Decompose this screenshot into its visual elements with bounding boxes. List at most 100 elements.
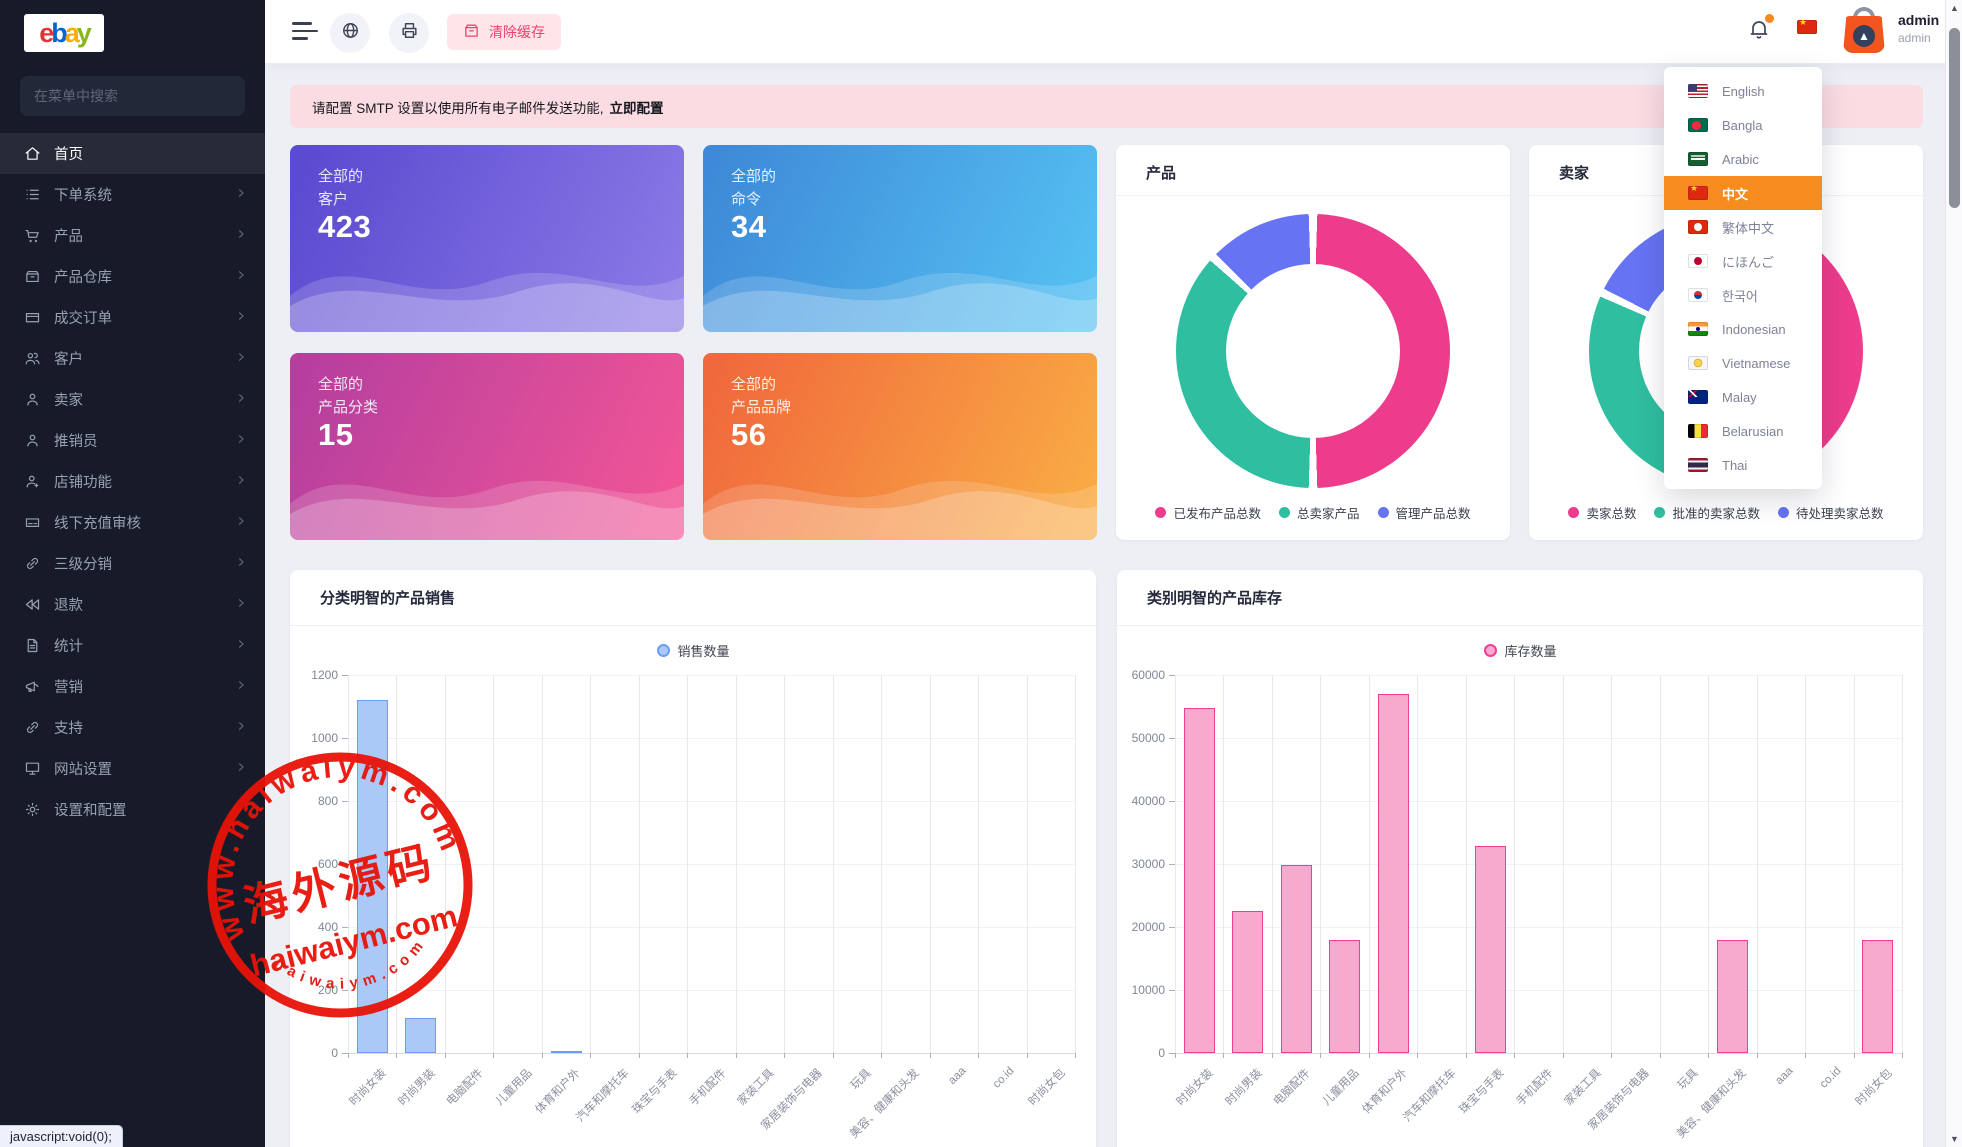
language-option-Malay[interactable]: Malay: [1664, 380, 1822, 414]
language-option-English[interactable]: English: [1664, 74, 1822, 108]
bar-体育和户外[interactable]: [1378, 694, 1409, 1053]
sidebar-item-label: 统计: [54, 635, 235, 656]
legend-item[interactable]: 卖家总数: [1568, 503, 1636, 522]
language-option-Belarusian[interactable]: Belarusian: [1664, 414, 1822, 448]
sidebar-item-4[interactable]: 成交订单: [0, 297, 265, 338]
sidebar-item-5[interactable]: 客户: [0, 338, 265, 379]
bar-时尚女装[interactable]: [357, 700, 388, 1053]
sidebar-item-15[interactable]: 网站设置: [0, 748, 265, 789]
sidebar-item-3[interactable]: 产品仓库: [0, 256, 265, 297]
sidebar-item-label: 三级分销: [54, 553, 235, 574]
flag-bd-icon: [1688, 118, 1708, 132]
language-label: Vietnamese: [1722, 356, 1790, 371]
chart-legend[interactable]: 销售数量: [657, 641, 730, 660]
sidebar-item-14[interactable]: 支持: [0, 707, 265, 748]
y-axis-tick-label: 600: [292, 857, 338, 871]
configure-now-link[interactable]: 立即配置: [610, 97, 664, 117]
stat-label: 产品品牌: [731, 396, 791, 417]
cache-box-icon: [463, 22, 480, 42]
wave-decoration: [290, 444, 684, 540]
topbar: 清除缓存 ▲ admin admin: [265, 0, 1962, 63]
legend-dot-icon: [1155, 507, 1166, 518]
order-list-icon: [24, 186, 41, 203]
support-icon: [24, 719, 41, 736]
sidebar-item-8[interactable]: 店铺功能: [0, 461, 265, 502]
sellers-card-title: 卖家: [1559, 162, 1589, 183]
bar-儿童用品[interactable]: [1329, 940, 1360, 1053]
language-option-Indonesian[interactable]: Indonesian: [1664, 312, 1822, 346]
menu-search-input[interactable]: [20, 76, 245, 116]
chevron-right-icon: [235, 268, 247, 286]
flag-cn-icon: [1688, 186, 1708, 200]
print-button[interactable]: [389, 13, 429, 53]
bar-美容、健康和头发[interactable]: [1717, 940, 1748, 1053]
recharge-audit-icon: [24, 514, 41, 531]
legend-label: 卖家总数: [1586, 503, 1636, 522]
sidebar-item-2[interactable]: 产品: [0, 215, 265, 256]
legend-item[interactable]: 总卖家产品: [1279, 503, 1360, 522]
chevron-right-icon: [235, 678, 247, 696]
bar-时尚女装[interactable]: [1184, 708, 1215, 1053]
wave-decoration: [290, 236, 684, 332]
sidebar-item-10[interactable]: 三级分销: [0, 543, 265, 584]
globe-button[interactable]: [330, 13, 370, 53]
language-label: Bangla: [1722, 118, 1762, 133]
scrollbar-thumb[interactable]: [1949, 28, 1960, 208]
bar-体育和户外[interactable]: [551, 1051, 582, 1053]
wave-decoration: [703, 236, 1097, 332]
bar-时尚男装[interactable]: [1232, 911, 1263, 1053]
menu-toggle-icon[interactable]: [292, 22, 320, 45]
sidebar-item-16[interactable]: 设置和配置: [0, 789, 265, 830]
sidebar-item-label: 线下充值审核: [54, 512, 235, 533]
language-option-中文[interactable]: 中文: [1664, 176, 1822, 210]
user-avatar[interactable]: ▲: [1843, 6, 1885, 54]
language-label: 中文: [1722, 184, 1748, 203]
legend-dot-icon: [1378, 507, 1389, 518]
language-flag-button[interactable]: [1797, 20, 1817, 34]
bar-时尚男装[interactable]: [405, 1018, 436, 1053]
notifications-button[interactable]: [1747, 16, 1775, 46]
scroll-up-icon[interactable]: ▲: [1946, 0, 1962, 16]
orders-icon: [24, 309, 41, 326]
distribution-icon: [24, 555, 41, 572]
scroll-down-icon[interactable]: ▼: [1946, 1131, 1962, 1147]
language-option-にほんご[interactable]: にほんご: [1664, 244, 1822, 278]
legend-item[interactable]: 已发布产品总数: [1155, 503, 1261, 522]
legend-item[interactable]: 批准的卖家总数: [1654, 503, 1760, 522]
sidebar-item-label: 推销员: [54, 430, 235, 451]
page-scrollbar[interactable]: ▲ ▼: [1945, 0, 1962, 1147]
bar-电脑配件[interactable]: [1281, 865, 1312, 1053]
legend-label: 待处理卖家总数: [1796, 503, 1884, 522]
language-option-Thai[interactable]: Thai: [1664, 448, 1822, 482]
chevron-right-icon: [235, 514, 247, 532]
bar-珠宝与手表[interactable]: [1475, 846, 1506, 1053]
flag-by-icon: [1688, 424, 1708, 438]
legend-item[interactable]: 管理产品总数: [1378, 503, 1471, 522]
sidebar-item-6[interactable]: 卖家: [0, 379, 265, 420]
sidebar-item-9[interactable]: 线下充值审核: [0, 502, 265, 543]
chevron-right-icon: [235, 760, 247, 778]
language-option-한국어[interactable]: 한국어: [1664, 278, 1822, 312]
language-option-Arabic[interactable]: Arabic: [1664, 142, 1822, 176]
flag-us-icon: [1688, 84, 1708, 98]
sidebar-item-home[interactable]: 首页: [0, 133, 265, 174]
language-option-Vietnamese[interactable]: Vietnamese: [1664, 346, 1822, 380]
bar-时尚女包[interactable]: [1862, 940, 1893, 1053]
y-axis-tick-label: 200: [292, 983, 338, 997]
chart-legend[interactable]: 库存数量: [1484, 641, 1557, 660]
sidebar-item-7[interactable]: 推销员: [0, 420, 265, 461]
sidebar-item-11[interactable]: 退款: [0, 584, 265, 625]
clear-cache-button[interactable]: 清除缓存: [447, 14, 561, 50]
legend-label: 库存数量: [1505, 641, 1557, 660]
sidebar-item-13[interactable]: 营销: [0, 666, 265, 707]
flag-sa-icon: [1688, 152, 1708, 166]
stat-prefix: 全部的: [731, 165, 776, 186]
user-name: admin: [1898, 12, 1939, 28]
language-label: 한국어: [1722, 286, 1758, 305]
legend-item[interactable]: 待处理卖家总数: [1778, 503, 1884, 522]
language-option-Bangla[interactable]: Bangla: [1664, 108, 1822, 142]
language-option-繁体中文[interactable]: 繁体中文: [1664, 210, 1822, 244]
ebay-logo[interactable]: ebay: [24, 14, 104, 52]
sidebar-item-12[interactable]: 统计: [0, 625, 265, 666]
sidebar-item-1[interactable]: 下单系统: [0, 174, 265, 215]
